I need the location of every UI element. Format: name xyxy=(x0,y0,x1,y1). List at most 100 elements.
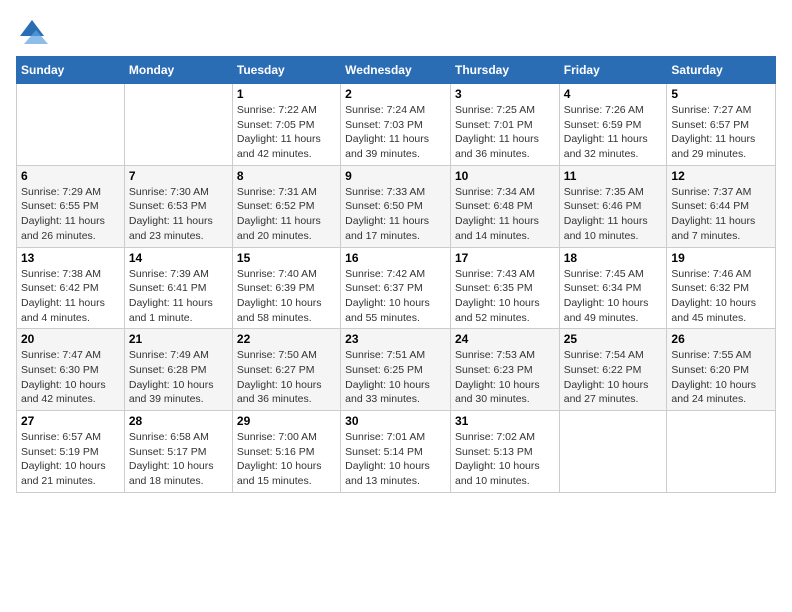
day-number: 28 xyxy=(129,414,228,428)
calendar-cell: 17Sunrise: 7:43 AM Sunset: 6:35 PM Dayli… xyxy=(450,247,559,329)
day-number: 20 xyxy=(21,332,120,346)
day-number: 19 xyxy=(671,251,771,265)
calendar-cell: 2 Sunrise: 7:24 AM Sunset: 7:03 PM Daylig… xyxy=(341,84,451,166)
day-number: 11 xyxy=(564,169,663,183)
day-info: Sunrise: 7:55 AM Sunset: 6:20 PM Dayligh… xyxy=(671,348,771,407)
day-number: 4 xyxy=(564,87,663,101)
day-info: Sunrise: 7:53 AM Sunset: 6:23 PM Dayligh… xyxy=(455,348,555,407)
day-info: Sunrise: 7:31 AM Sunset: 6:52 PM Dayligh… xyxy=(237,185,336,244)
day-info: Sunrise: 7:46 AM Sunset: 6:32 PM Dayligh… xyxy=(671,267,771,326)
day-info: Sunrise: 7:34 AM Sunset: 6:48 PM Dayligh… xyxy=(455,185,555,244)
day-info: Sunrise: 7:27 AM Sunset: 6:57 PM Dayligh… xyxy=(671,103,771,162)
day-number: 26 xyxy=(671,332,771,346)
day-info: Sunrise: 7:33 AM Sunset: 6:50 PM Dayligh… xyxy=(345,185,446,244)
day-number: 22 xyxy=(237,332,336,346)
day-number: 8 xyxy=(237,169,336,183)
day-info: Sunrise: 7:38 AM Sunset: 6:42 PM Dayligh… xyxy=(21,267,120,326)
day-header-sunday: Sunday xyxy=(17,57,125,84)
calendar-cell: 25 Sunrise: 7:54 AM Sunset: 6:22 PM Dayli… xyxy=(559,329,667,411)
day-number: 5 xyxy=(671,87,771,101)
day-info: Sunrise: 6:58 AM Sunset: 5:17 PM Dayligh… xyxy=(129,430,228,489)
day-info: Sunrise: 7:54 AM Sunset: 6:22 PM Dayligh… xyxy=(564,348,663,407)
day-header-wednesday: Wednesday xyxy=(341,57,451,84)
day-number: 24 xyxy=(455,332,555,346)
calendar-cell xyxy=(667,411,776,493)
day-info: Sunrise: 7:39 AM Sunset: 6:41 PM Dayligh… xyxy=(129,267,228,326)
calendar-week-1: 1Sunrise: 7:22 AM Sunset: 7:05 PM Daylig… xyxy=(17,84,776,166)
calendar-cell: 14 Sunrise: 7:39 AM Sunset: 6:41 PM Dayli… xyxy=(124,247,232,329)
day-header-monday: Monday xyxy=(124,57,232,84)
day-number: 21 xyxy=(129,332,228,346)
day-number: 13 xyxy=(21,251,120,265)
calendar-cell: 7 Sunrise: 7:30 AM Sunset: 6:53 PM Daylig… xyxy=(124,165,232,247)
day-number: 2 xyxy=(345,87,446,101)
day-number: 6 xyxy=(21,169,120,183)
calendar-cell: 18 Sunrise: 7:45 AM Sunset: 6:34 PM Dayli… xyxy=(559,247,667,329)
day-number: 18 xyxy=(564,251,663,265)
day-number: 7 xyxy=(129,169,228,183)
day-info: Sunrise: 7:40 AM Sunset: 6:39 PM Dayligh… xyxy=(237,267,336,326)
day-number: 9 xyxy=(345,169,446,183)
calendar-cell xyxy=(559,411,667,493)
calendar-cell: 11 Sunrise: 7:35 AM Sunset: 6:46 PM Dayli… xyxy=(559,165,667,247)
day-info: Sunrise: 7:45 AM Sunset: 6:34 PM Dayligh… xyxy=(564,267,663,326)
calendar-week-4: 20Sunrise: 7:47 AM Sunset: 6:30 PM Dayli… xyxy=(17,329,776,411)
day-info: Sunrise: 7:02 AM Sunset: 5:13 PM Dayligh… xyxy=(455,430,555,489)
calendar-cell: 5 Sunrise: 7:27 AM Sunset: 6:57 PM Daylig… xyxy=(667,84,776,166)
calendar-cell: 27Sunrise: 6:57 AM Sunset: 5:19 PM Dayli… xyxy=(17,411,125,493)
day-header-saturday: Saturday xyxy=(667,57,776,84)
day-number: 15 xyxy=(237,251,336,265)
calendar-week-2: 6 Sunrise: 7:29 AM Sunset: 6:55 PM Daylig… xyxy=(17,165,776,247)
day-info: Sunrise: 7:00 AM Sunset: 5:16 PM Dayligh… xyxy=(237,430,336,489)
calendar-cell: 3 Sunrise: 7:25 AM Sunset: 7:01 PM Daylig… xyxy=(450,84,559,166)
day-number: 12 xyxy=(671,169,771,183)
day-number: 23 xyxy=(345,332,446,346)
calendar-cell: 16 Sunrise: 7:42 AM Sunset: 6:37 PM Dayli… xyxy=(341,247,451,329)
logo xyxy=(16,16,52,48)
day-info: Sunrise: 7:37 AM Sunset: 6:44 PM Dayligh… xyxy=(671,185,771,244)
day-number: 14 xyxy=(129,251,228,265)
calendar-cell: 26 Sunrise: 7:55 AM Sunset: 6:20 PM Dayli… xyxy=(667,329,776,411)
day-number: 27 xyxy=(21,414,120,428)
calendar-cell: 24 Sunrise: 7:53 AM Sunset: 6:23 PM Dayli… xyxy=(450,329,559,411)
calendar-cell: 21 Sunrise: 7:49 AM Sunset: 6:28 PM Dayli… xyxy=(124,329,232,411)
calendar-week-3: 13 Sunrise: 7:38 AM Sunset: 6:42 PM Dayli… xyxy=(17,247,776,329)
calendar-cell: 1Sunrise: 7:22 AM Sunset: 7:05 PM Daylig… xyxy=(232,84,340,166)
calendar-body: 1Sunrise: 7:22 AM Sunset: 7:05 PM Daylig… xyxy=(17,84,776,493)
logo-icon xyxy=(16,16,48,48)
calendar-week-5: 27Sunrise: 6:57 AM Sunset: 5:19 PM Dayli… xyxy=(17,411,776,493)
day-number: 29 xyxy=(237,414,336,428)
day-number: 25 xyxy=(564,332,663,346)
day-info: Sunrise: 7:01 AM Sunset: 5:14 PM Dayligh… xyxy=(345,430,446,489)
day-info: Sunrise: 7:30 AM Sunset: 6:53 PM Dayligh… xyxy=(129,185,228,244)
day-info: Sunrise: 7:24 AM Sunset: 7:03 PM Dayligh… xyxy=(345,103,446,162)
day-header-thursday: Thursday xyxy=(450,57,559,84)
day-info: Sunrise: 7:26 AM Sunset: 6:59 PM Dayligh… xyxy=(564,103,663,162)
day-number: 3 xyxy=(455,87,555,101)
calendar-cell: 23 Sunrise: 7:51 AM Sunset: 6:25 PM Dayli… xyxy=(341,329,451,411)
calendar-cell: 15 Sunrise: 7:40 AM Sunset: 6:39 PM Dayli… xyxy=(232,247,340,329)
day-info: Sunrise: 7:51 AM Sunset: 6:25 PM Dayligh… xyxy=(345,348,446,407)
calendar-cell xyxy=(17,84,125,166)
day-number: 17 xyxy=(455,251,555,265)
calendar-cell: 28 Sunrise: 6:58 AM Sunset: 5:17 PM Dayli… xyxy=(124,411,232,493)
day-info: Sunrise: 7:22 AM Sunset: 7:05 PM Dayligh… xyxy=(237,103,336,162)
day-info: Sunrise: 7:25 AM Sunset: 7:01 PM Dayligh… xyxy=(455,103,555,162)
calendar-cell: 4 Sunrise: 7:26 AM Sunset: 6:59 PM Daylig… xyxy=(559,84,667,166)
day-number: 16 xyxy=(345,251,446,265)
calendar-cell: 19 Sunrise: 7:46 AM Sunset: 6:32 PM Dayli… xyxy=(667,247,776,329)
day-info: Sunrise: 7:49 AM Sunset: 6:28 PM Dayligh… xyxy=(129,348,228,407)
calendar-cell: 31Sunrise: 7:02 AM Sunset: 5:13 PM Dayli… xyxy=(450,411,559,493)
day-header-tuesday: Tuesday xyxy=(232,57,340,84)
day-number: 30 xyxy=(345,414,446,428)
day-info: Sunrise: 7:42 AM Sunset: 6:37 PM Dayligh… xyxy=(345,267,446,326)
day-number: 10 xyxy=(455,169,555,183)
day-info: Sunrise: 7:50 AM Sunset: 6:27 PM Dayligh… xyxy=(237,348,336,407)
calendar-cell: 22 Sunrise: 7:50 AM Sunset: 6:27 PM Dayli… xyxy=(232,329,340,411)
day-info: Sunrise: 7:35 AM Sunset: 6:46 PM Dayligh… xyxy=(564,185,663,244)
calendar-cell: 6 Sunrise: 7:29 AM Sunset: 6:55 PM Daylig… xyxy=(17,165,125,247)
calendar: SundayMondayTuesdayWednesdayThursdayFrid… xyxy=(16,56,776,493)
calendar-cell: 8 Sunrise: 7:31 AM Sunset: 6:52 PM Daylig… xyxy=(232,165,340,247)
day-info: Sunrise: 7:29 AM Sunset: 6:55 PM Dayligh… xyxy=(21,185,120,244)
calendar-cell: 9 Sunrise: 7:33 AM Sunset: 6:50 PM Daylig… xyxy=(341,165,451,247)
